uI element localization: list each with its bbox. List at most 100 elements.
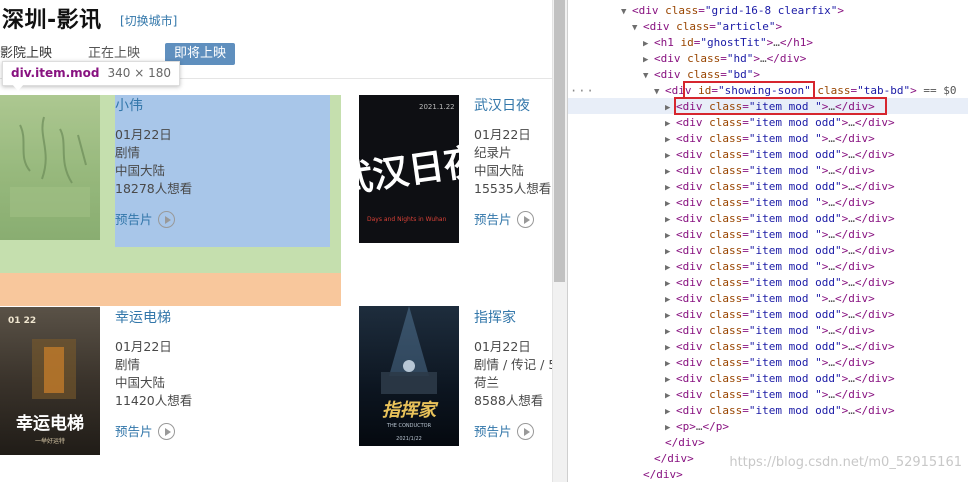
tooltip-selector: div.item.mod	[11, 66, 100, 80]
collapsed-triangle-icon: ▶	[665, 263, 671, 273]
dom-node-line[interactable]: ▶ <div class="item mod odd">…</div>	[665, 371, 895, 387]
dom-node-line[interactable]: ▶ <h1 id="ghostTit">…</h1>	[643, 35, 813, 51]
attr-value: "item mod "	[748, 196, 822, 209]
ellipsis: …	[848, 404, 855, 417]
movie-title-4[interactable]: 指挥家	[474, 307, 516, 327]
movie-genre-2: 纪录片	[474, 145, 512, 160]
tag-name: <div	[676, 260, 703, 273]
attr-name: class	[709, 404, 743, 417]
movie-date-1: 01月22日	[115, 127, 172, 142]
attr-name: class	[709, 116, 743, 129]
dom-node-line[interactable]: ▶ <div class="item mod ">…</div>	[665, 291, 875, 307]
dom-node-line[interactable]: ▶ <div class="item mod odd">…</div>	[665, 243, 895, 259]
dom-node-line[interactable]: ▼ <div class="article">	[632, 19, 782, 35]
movie-genre-1: 剧情	[115, 145, 141, 160]
movie-poster-1[interactable]	[0, 95, 100, 240]
dom-node-line[interactable]: ▶ <div class="item mod ">…</div>	[665, 227, 875, 243]
poster-4-english: THE CONDUCTOR	[386, 423, 432, 429]
dom-node-line[interactable]: ▶ <div class="item mod ">…</div>	[665, 355, 875, 371]
attr-equals: =	[742, 164, 749, 177]
attr-equals: =	[742, 212, 749, 225]
more-options-icon[interactable]: ···	[570, 84, 595, 98]
element-inspector-tooltip: div.item.mod 340 × 180	[2, 61, 180, 86]
ellipsis: …	[828, 324, 835, 337]
ellipsis: …	[848, 340, 855, 353]
dom-node-line[interactable]: ▶ <div class="item mod ">…</div>	[665, 131, 875, 147]
dom-node-line[interactable]: ▶ <div class="item mod ">…</div>	[665, 259, 875, 275]
ellipsis: …	[773, 36, 780, 49]
dom-node-line[interactable]: ▶ <div class="hd">…</div>	[643, 51, 806, 67]
dom-node-line[interactable]: ▼ <div class="grid-16-8 clearfix">	[621, 3, 844, 19]
collapsed-triangle-icon: ▶	[665, 151, 671, 161]
attr-name: class	[709, 212, 743, 225]
tag-name: <div	[676, 308, 703, 321]
movie-date-4: 01月22日	[474, 339, 531, 354]
dom-node-line[interactable]: ▶ <p>…</p>	[665, 419, 729, 435]
movie-poster-2[interactable]: 2021.1.22 武汉日夜 Days and Nights in Wuhan	[359, 95, 459, 243]
trailer-link-3[interactable]: 预告片	[115, 421, 175, 441]
devtools-elements-panel: ··· ▼ <div class="grid-16-8 clearfix"> ▼ <d…	[567, 0, 968, 482]
movie-wish-4: 8588人想看	[474, 393, 544, 408]
attr-value: "bd"	[726, 68, 754, 81]
console-ref: == $0	[916, 84, 957, 97]
dom-node-line[interactable]: ▶ <div class="item mod odd">…</div>	[665, 403, 895, 419]
movie-title-1[interactable]: 小伟	[115, 95, 143, 115]
dom-node-line[interactable]: ▶ <div class="item mod ">…</div>	[665, 323, 875, 339]
tag-close: >	[687, 452, 694, 465]
poster-art-2: 2021.1.22 武汉日夜 Days and Nights in Wuhan	[359, 103, 459, 223]
dom-node-line[interactable]: </div>	[643, 467, 683, 482]
dom-node-line[interactable]: ▶ <div class="item mod odd">…</div>	[665, 307, 895, 323]
attr-equals: =	[742, 180, 749, 193]
attr-equals: =	[742, 308, 749, 321]
movie-region-3: 中国大陆	[115, 375, 166, 390]
ellipsis: …	[828, 260, 835, 273]
attr-value: "item mod odd"	[748, 404, 842, 417]
poster-art-4: 指挥家 THE CONDUCTOR 2021/1/22	[381, 306, 439, 442]
dom-node-line[interactable]: ▶ <div class="item mod odd">…</div>	[665, 339, 895, 355]
ellipsis: …	[848, 180, 855, 193]
trailer-label: 预告片	[474, 424, 512, 439]
poster-2-title: 武汉日夜	[359, 141, 459, 202]
collapsed-triangle-icon: ▶	[643, 55, 649, 65]
collapsed-triangle-icon: ▶	[665, 279, 671, 289]
movie-poster-4[interactable]: 指挥家 THE CONDUCTOR 2021/1/22	[359, 306, 459, 446]
tag-name: <div	[643, 20, 670, 33]
tag-name: <div	[676, 388, 703, 401]
tag-name: </div	[643, 468, 677, 481]
attr-equals: =	[742, 244, 749, 257]
ellipsis: …	[695, 420, 703, 433]
movie-title-3[interactable]: 幸运电梯	[115, 307, 171, 327]
movie-poster-3[interactable]: 01 22 幸运电梯 一举好运特	[0, 307, 100, 455]
ellipsis: …	[828, 228, 835, 241]
attr-equals: =	[742, 116, 749, 129]
trailer-link-4[interactable]: 预告片	[474, 421, 534, 441]
ellipsis: …	[848, 212, 855, 225]
page-scrollbar-thumb[interactable]	[554, 0, 565, 282]
dom-node-line[interactable]: ▶ <div class="item mod ">…</div>	[665, 163, 875, 179]
trailer-link-1[interactable]: 预告片	[115, 209, 175, 229]
dom-node-line[interactable]: ▶ <div class="item mod ">…</div>	[665, 195, 875, 211]
dom-node-line[interactable]: ▶ <div class="item mod odd">…</div>	[665, 147, 895, 163]
movie-date-3: 01月22日	[115, 339, 172, 354]
trailer-link-2[interactable]: 预告片	[474, 209, 534, 229]
dom-node-line[interactable]: ▶ <div class="item mod odd">…</div>	[665, 179, 895, 195]
play-icon	[516, 211, 534, 228]
ellipsis: …	[828, 132, 835, 145]
attr-name: class	[709, 180, 743, 193]
dom-node-line[interactable]: </div>	[654, 451, 694, 467]
movie-region-1: 中国大陆	[115, 163, 166, 178]
attr-name: id	[680, 36, 694, 49]
collapsed-triangle-icon: ▶	[665, 311, 671, 321]
attr-equals: =	[742, 260, 749, 273]
tag-close: >	[775, 20, 783, 33]
dom-node-line[interactable]: ▶ <div class="item mod odd">…</div>	[665, 115, 895, 131]
dom-node-line[interactable]: ▶ <div class="item mod odd">…</div>	[665, 275, 895, 291]
attr-name: class	[709, 148, 743, 161]
dom-node-line[interactable]: ▶ <div class="item mod ">…</div>	[665, 387, 875, 403]
switch-city-link[interactable]: [切换城市]	[120, 12, 177, 29]
movie-title-2[interactable]: 武汉日夜	[474, 95, 530, 115]
attr-value: "grid-16-8 clearfix"	[704, 4, 838, 17]
dom-node-line[interactable]: </div>	[665, 435, 705, 451]
dom-node-line[interactable]: ▶ <div class="item mod odd">…</div>	[665, 211, 895, 227]
poster-art-1	[10, 116, 90, 217]
